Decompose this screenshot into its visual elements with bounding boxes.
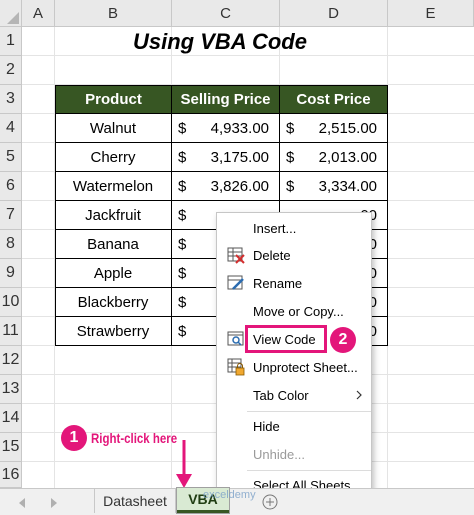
table-cell-selling-price[interactable]: $3,826.00: [172, 172, 280, 201]
menu-item-rename[interactable]: Rename: [217, 271, 371, 295]
sheet-title: Using VBA Code: [133, 28, 307, 54]
table-header-selling-price: Selling Price: [171, 85, 280, 114]
menu-item-delete[interactable]: Delete: [217, 243, 371, 267]
unprotect-sheet-icon: [227, 358, 245, 376]
watermark: exceldemy: [203, 489, 256, 501]
selling-price-value: 4,933.00: [210, 119, 269, 137]
table-cell-selling-price[interactable]: $4,933.00: [172, 114, 280, 143]
row-header-12[interactable]: 12: [0, 346, 22, 375]
currency-symbol: $: [178, 293, 187, 311]
currency-symbol: $: [286, 148, 295, 166]
table-cell-product[interactable]: Walnut: [55, 114, 172, 143]
row-header-16[interactable]: 16: [0, 462, 22, 488]
menu-item-move-copy[interactable]: Move or Copy...: [217, 299, 371, 323]
menu-item-label: Move or Copy...: [253, 303, 344, 319]
scroll-left-icon[interactable]: [18, 498, 26, 508]
select-all-corner[interactable]: [0, 0, 22, 27]
menu-item-tab-color[interactable]: Tab Color: [217, 383, 371, 407]
column-header-e[interactable]: E: [388, 0, 474, 27]
submenu-arrow-icon: [356, 390, 362, 400]
menu-item-label: Unhide...: [253, 446, 306, 462]
step-1-badge: 1: [61, 425, 87, 451]
row-header-8[interactable]: 8: [0, 230, 22, 259]
cost-price-value: 2,515.00: [318, 119, 377, 137]
table-cell-cost-price[interactable]: $3,334.00: [280, 172, 388, 201]
column-header-d[interactable]: D: [280, 0, 388, 27]
row-header-3[interactable]: 3: [0, 85, 22, 114]
row-header-7[interactable]: 7: [0, 201, 22, 230]
currency-symbol: $: [178, 264, 187, 282]
table-cell-product[interactable]: Banana: [55, 230, 172, 259]
menu-item-unhide[interactable]: Unhide...: [217, 442, 371, 466]
menu-item-label: Rename: [253, 275, 303, 291]
currency-symbol: $: [178, 235, 187, 253]
row-header-13[interactable]: 13: [0, 375, 22, 404]
menu-item-label: Insert...: [253, 220, 297, 236]
currency-symbol: $: [286, 177, 295, 195]
row-header-15[interactable]: 15: [0, 433, 22, 462]
menu-item-label: Delete: [253, 247, 291, 263]
menu-item-insert[interactable]: Insert...: [217, 216, 371, 240]
menu-item-label: Unprotect Sheet...: [253, 359, 358, 375]
table-cell-cost-price[interactable]: $2,515.00: [280, 114, 388, 143]
currency-symbol: $: [178, 148, 187, 166]
currency-symbol: $: [178, 177, 187, 195]
table-cell-selling-price[interactable]: $3,175.00: [172, 143, 280, 172]
add-sheet-icon[interactable]: [262, 494, 278, 510]
view-code-icon: [227, 331, 244, 346]
view-code-highlight: [245, 325, 327, 353]
currency-symbol: $: [178, 206, 187, 224]
delete-sheet-icon: [227, 247, 245, 264]
row-header-5[interactable]: 5: [0, 143, 22, 172]
column-header-b[interactable]: B: [55, 0, 172, 27]
column-header-c[interactable]: C: [172, 0, 280, 27]
cost-price-value: 3,334.00: [318, 177, 377, 195]
table-cell-product[interactable]: Strawberry: [55, 317, 172, 346]
currency-symbol: $: [178, 119, 187, 137]
sheet-tab-bar: Datasheet VBA exceldemy: [0, 488, 474, 515]
cost-price-value: 2,013.00: [318, 148, 377, 166]
step-2-badge: 2: [330, 327, 356, 353]
row-header-1[interactable]: 1: [0, 27, 22, 56]
row-header-10[interactable]: 10: [0, 288, 22, 317]
scroll-right-icon[interactable]: [50, 498, 58, 508]
table-cell-product[interactable]: Watermelon: [55, 172, 172, 201]
row-header-9[interactable]: 9: [0, 259, 22, 288]
row-header-4[interactable]: 4: [0, 114, 22, 143]
row-header-2[interactable]: 2: [0, 56, 22, 85]
selling-price-value: 3,826.00: [210, 177, 269, 195]
row-header-11[interactable]: 11: [0, 317, 22, 346]
currency-symbol: $: [286, 119, 295, 137]
menu-item-label: Hide: [253, 418, 280, 434]
menu-item-hide[interactable]: Hide: [217, 414, 371, 438]
table-header-cost-price: Cost Price: [279, 85, 388, 114]
menu-item-label: Tab Color: [253, 387, 309, 403]
column-header-a[interactable]: A: [22, 0, 55, 27]
table-cell-product[interactable]: Jackfruit: [55, 201, 172, 230]
selling-price-value: 3,175.00: [210, 148, 269, 166]
table-cell-product[interactable]: Cherry: [55, 143, 172, 172]
table-header-product: Product: [55, 85, 172, 114]
sheet-context-menu: Insert... Delete Rename Move or Copy... …: [216, 212, 372, 498]
currency-symbol: $: [178, 322, 187, 340]
corner-triangle-icon: [7, 12, 19, 24]
rename-sheet-icon: [227, 275, 244, 290]
down-arrow-icon: [176, 440, 192, 488]
step-1-instruction: Right-click here: [91, 430, 178, 446]
table-cell-product[interactable]: Blackberry: [55, 288, 172, 317]
row-header-14[interactable]: 14: [0, 404, 22, 433]
table-cell-product[interactable]: Apple: [55, 259, 172, 288]
menu-separator: [247, 411, 371, 412]
sheet-tab-datasheet[interactable]: Datasheet: [94, 489, 176, 513]
table-cell-cost-price[interactable]: $2,013.00: [280, 143, 388, 172]
menu-separator: [247, 470, 371, 471]
menu-item-unprotect-sheet[interactable]: Unprotect Sheet...: [217, 355, 371, 379]
row-header-6[interactable]: 6: [0, 172, 22, 201]
